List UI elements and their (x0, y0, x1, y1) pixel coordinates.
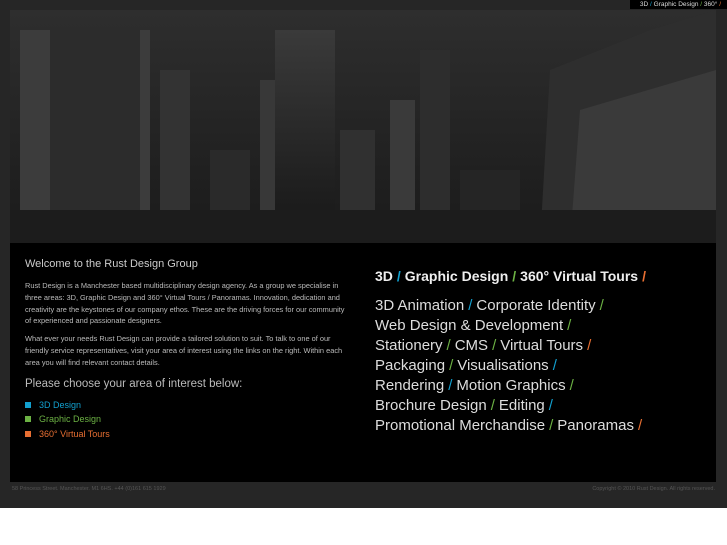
service-item: Visualisations (457, 357, 549, 374)
slash: / (468, 297, 473, 314)
slash: / (549, 417, 554, 434)
service-item: CMS (454, 337, 489, 354)
topnav-3d-link[interactable]: 3D (640, 1, 648, 8)
service-item: Promotional Merchandise (375, 417, 546, 434)
service-item: Brochure Design (375, 397, 487, 414)
service-item: Panoramas (557, 417, 634, 434)
slash: / (567, 317, 572, 334)
topnav-graphic-link[interactable]: Graphic Design (654, 1, 699, 8)
skyline-hero-image (10, 10, 716, 243)
slash: / (650, 1, 652, 8)
slash: / (490, 397, 495, 414)
slash: / (642, 268, 646, 284)
service-item: Packaging (375, 357, 446, 374)
slash: / (719, 1, 721, 8)
slash: / (587, 337, 592, 354)
area-link-3d[interactable]: 3D Design (25, 398, 345, 413)
slash: / (449, 357, 454, 374)
service-item: Motion Graphics (456, 377, 566, 394)
services-line: Packaging / Visualisations / (375, 356, 650, 376)
service-item: Corporate Identity (476, 297, 596, 314)
orange-square-icon (25, 430, 31, 437)
slash: / (492, 337, 497, 354)
choose-heading: Please choose your area of interest belo… (25, 377, 243, 390)
service-item: Rendering (375, 377, 445, 394)
slash: / (637, 417, 643, 434)
top-breadcrumb-nav: 3D / Graphic Design / 360° / (629, 0, 727, 9)
services-line: Rendering / Motion Graphics / (375, 376, 650, 396)
slash: / (552, 357, 557, 374)
services-heading: 3D / Graphic Design/360° Virtual Tours / (375, 268, 650, 284)
services-list: 3D Animation / Corporate Identity / Web Desi… (375, 296, 650, 436)
services-section: 3D / Graphic Design/360° Virtual Tours/ 3D… (375, 268, 650, 436)
footer-address: 58 Princess Street. Manchester. M1 6HS. … (12, 486, 166, 492)
blue-square-icon (25, 401, 31, 408)
area-label[interactable]: Graphic Design (39, 412, 101, 427)
area-label[interactable]: 3D Design (39, 398, 81, 413)
area-link-graphic-design[interactable]: Graphic Design (25, 412, 345, 427)
service-item: Stationery (375, 337, 443, 354)
service-item: 3D Animation (375, 297, 465, 314)
green-square-icon (25, 416, 31, 423)
slash: / (569, 377, 574, 394)
intro-paragraph: What ever your needs Rust Design can pro… (25, 334, 343, 367)
topnav-360-link[interactable]: 360° (704, 1, 717, 8)
slash: / (700, 1, 703, 8)
slash: / (396, 268, 401, 284)
footer-copyright: Copyright © 2010 Rust Design. All rights… (592, 486, 715, 492)
services-line: Stationery / CMS / Virtual Tours / (375, 336, 650, 356)
area-label[interactable]: 360° Virtual Tours (39, 427, 110, 442)
slash: / (448, 377, 453, 394)
service-item: Editing (498, 397, 545, 414)
heading-360-link[interactable]: 360° Virtual Tours (520, 268, 638, 284)
services-line: Brochure Design / Editing / (375, 396, 650, 416)
slash: / (599, 297, 604, 314)
heading-3d-link[interactable]: 3D (375, 268, 393, 284)
welcome-heading: Welcome to the Rust Design Group (25, 258, 198, 270)
intro-paragraph: Rust Design is a Manchester based multid… (25, 281, 345, 326)
intro-section: Welcome to the Rust Design Group Rust De… (25, 258, 345, 441)
service-item: Web Design & Development (375, 317, 564, 334)
services-line: 3D Animation / Corporate Identity / (375, 296, 650, 316)
service-item: Virtual Tours (500, 337, 584, 354)
slash: / (548, 397, 553, 414)
slash: / (512, 268, 517, 284)
slash: / (446, 337, 451, 354)
services-line: Promotional Merchandise / Panoramas / (375, 416, 650, 436)
area-link-360-tours[interactable]: 360° Virtual Tours (25, 427, 345, 442)
heading-graphic-link[interactable]: Graphic Design (405, 268, 508, 284)
services-line: Web Design & Development / (375, 316, 650, 336)
